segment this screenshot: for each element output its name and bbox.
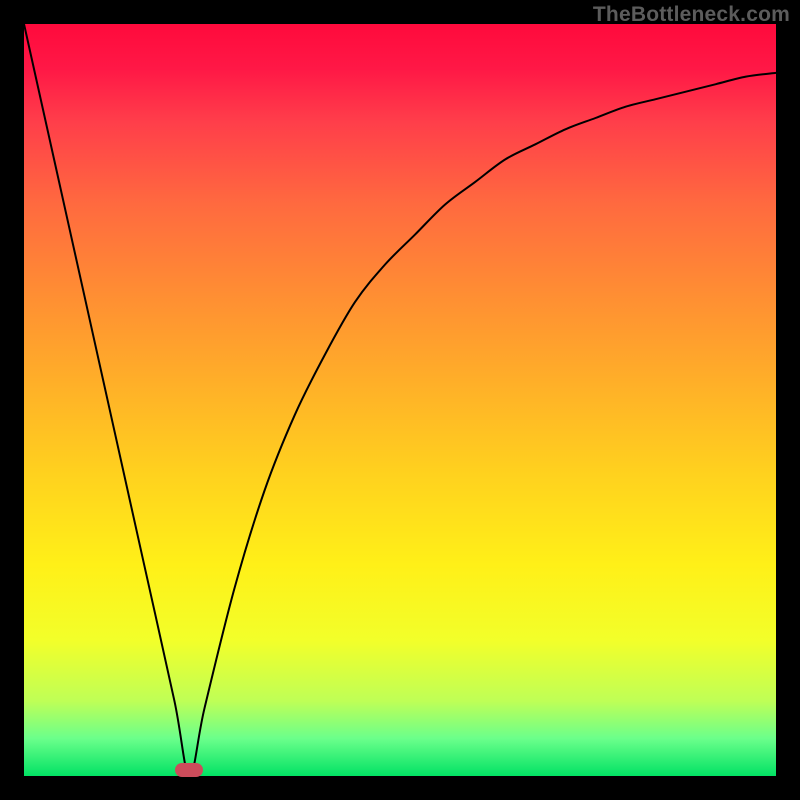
- optimum-marker: [175, 763, 203, 777]
- bottleneck-curve: [24, 24, 776, 776]
- chart-plot-area: [24, 24, 776, 776]
- attribution-text: TheBottleneck.com: [593, 3, 790, 27]
